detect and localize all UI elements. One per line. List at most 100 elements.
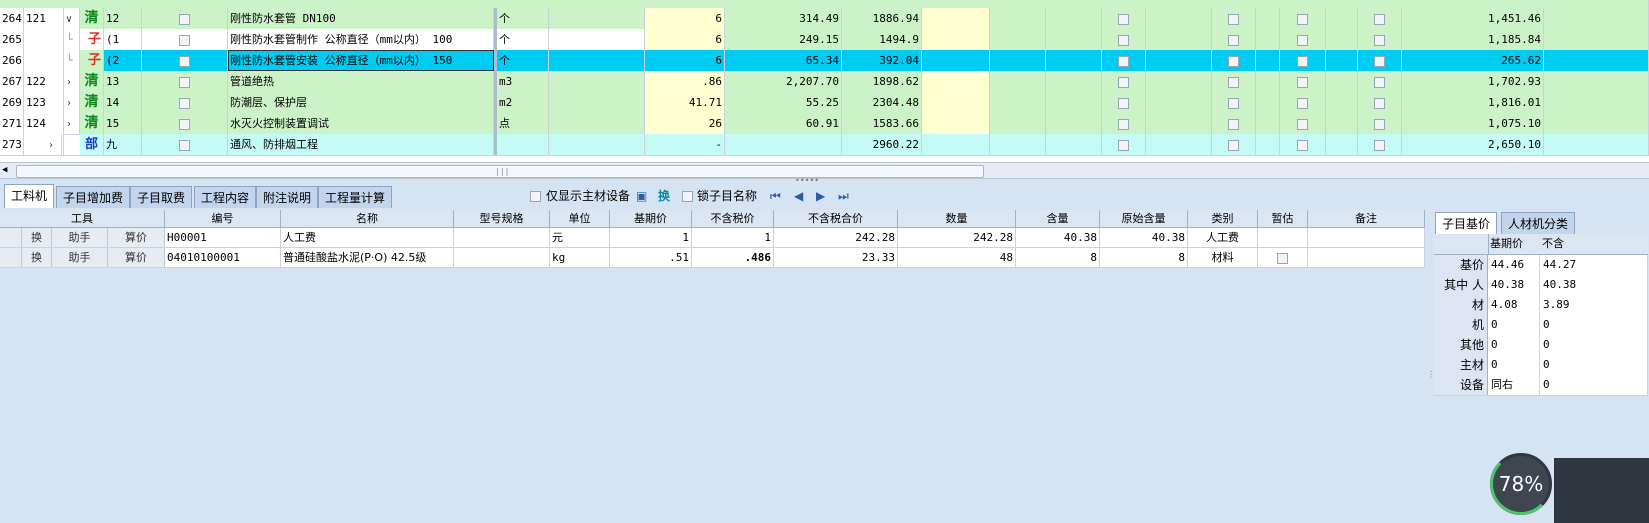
tab-labor-material-machine[interactable]: 工料机	[4, 184, 55, 208]
scroll-left-icon[interactable]: ◀	[2, 165, 7, 175]
excl-tax-value[interactable]: 0	[1540, 375, 1648, 395]
cell-name[interactable]: 管道绝热	[228, 71, 494, 92]
row-checkbox[interactable]	[1102, 134, 1146, 155]
panel-splitter[interactable]: ⋮	[1427, 370, 1435, 379]
row-checkbox[interactable]	[1212, 8, 1256, 29]
base-price-value[interactable]: 0	[1488, 335, 1540, 355]
base-price-value[interactable]: 44.46	[1488, 255, 1540, 275]
grid-row[interactable]: 266* └ 子 (2 刚性防水套管安装 公称直径（mm以内） 150 个 6 65.34 39…	[0, 50, 1649, 72]
helper-button[interactable]: 助手	[52, 228, 108, 247]
row-checkbox[interactable]	[1212, 50, 1256, 71]
cell-qty[interactable]: 6	[645, 8, 725, 29]
row-checkbox[interactable]	[1280, 71, 1326, 92]
cell-name[interactable]: 防潮层、保护层	[228, 92, 494, 113]
resource-base[interactable]: .51	[610, 248, 692, 267]
calc-price-button[interactable]: 算价	[108, 248, 165, 267]
row-checkbox[interactable]	[142, 8, 228, 29]
empty-cell[interactable]	[549, 8, 645, 29]
cell-qty[interactable]: 6	[645, 29, 725, 50]
resource-qty[interactable]: 242.28	[898, 228, 1016, 247]
row-checkbox[interactable]	[1102, 29, 1146, 50]
swap-button[interactable]: 换	[22, 228, 52, 247]
row-checkbox[interactable]	[1102, 8, 1146, 29]
row-checkbox[interactable]	[1280, 29, 1326, 50]
cell-name[interactable]: 刚性防水套管安装 公称直径（mm以内） 150	[228, 50, 494, 71]
excl-tax-value[interactable]: 44.27	[1540, 255, 1648, 275]
scrollbar-thumb[interactable]: |||	[16, 165, 984, 178]
grid-row[interactable]: 267 122 › 清 13 管道绝热 m3 .86 2,207.70 1898.62 1,702.…	[0, 71, 1649, 93]
row-checkbox[interactable]	[1358, 134, 1402, 155]
resource-qty[interactable]: 48	[898, 248, 1016, 267]
tab-notes[interactable]: 附注说明	[256, 186, 319, 208]
resource-price[interactable]: .486	[692, 248, 774, 267]
tab-base-price[interactable]: 子目基价	[1435, 212, 1498, 234]
empty-cell[interactable]	[549, 134, 645, 155]
tab-sub-item-surcharge[interactable]: 子目增加费	[56, 186, 131, 208]
column-header[interactable]: 编号	[165, 210, 281, 227]
empty-cell[interactable]	[549, 29, 645, 50]
next-record-icon[interactable]: ▶	[816, 188, 825, 204]
row-checkbox[interactable]	[142, 92, 228, 113]
cell-name[interactable]: 刚性防水套管 DN100	[228, 8, 494, 29]
resource-base[interactable]: 1	[610, 228, 692, 247]
column-header[interactable]: 原始含量	[1100, 210, 1188, 227]
resource-total[interactable]: 23.33	[774, 248, 898, 267]
row-checkbox[interactable]	[1358, 29, 1402, 50]
column-header[interactable]: 单位	[550, 210, 610, 227]
row-checkbox[interactable]	[142, 134, 228, 155]
last-record-icon[interactable]: ⏭	[838, 188, 849, 204]
tab-quantity-calc[interactable]: 工程量计算	[318, 186, 393, 208]
row-checkbox[interactable]	[1280, 92, 1326, 113]
base-price-value[interactable]: 0	[1488, 355, 1540, 375]
grid-row[interactable]: 264 121 ∨ 清 12 刚性防水套管 DN100 个 6 314.49 1886.94 1,4…	[0, 8, 1649, 30]
row-checkbox[interactable]	[1212, 134, 1256, 155]
row-checkbox[interactable]	[1280, 50, 1326, 71]
row-checkbox[interactable]	[1102, 71, 1146, 92]
prev-record-icon[interactable]: ◀	[794, 188, 803, 204]
column-header[interactable]: 不含税合价	[774, 210, 898, 227]
column-header[interactable]: 暂估	[1258, 210, 1308, 227]
row-indicator[interactable]	[0, 248, 22, 267]
row-checkbox[interactable]	[1280, 113, 1326, 134]
swap-button[interactable]: 换	[22, 248, 52, 267]
resource-total[interactable]: 242.28	[774, 228, 898, 247]
row-checkbox[interactable]	[142, 113, 228, 134]
resource-cat[interactable]: 人工费	[1188, 228, 1258, 247]
row-checkbox[interactable]	[1358, 92, 1402, 113]
row-checkbox[interactable]	[142, 71, 228, 92]
resource-name[interactable]: 人工费	[281, 228, 454, 247]
column-header[interactable]: 数量	[898, 210, 1016, 227]
row-checkbox[interactable]	[1212, 92, 1256, 113]
row-checkbox[interactable]	[1102, 113, 1146, 134]
column-header[interactable]: 不含税价	[692, 210, 774, 227]
row-indicator[interactable]	[0, 228, 22, 247]
resource-row[interactable]: 换助手 算价 04010100001 普通硅酸盐水泥(P·O) 42.5级 kg .51.…	[0, 248, 1425, 268]
resource-code[interactable]: H00001	[165, 228, 281, 247]
resource-spec[interactable]	[454, 228, 550, 247]
empty-cell[interactable]	[549, 50, 645, 71]
calc-price-button[interactable]: 算价	[108, 228, 165, 247]
tab-sub-item-fee[interactable]: 子目取费	[130, 186, 193, 208]
base-price-value[interactable]: 40.38	[1488, 275, 1540, 295]
estimate-checkbox[interactable]	[1258, 228, 1308, 247]
row-checkbox[interactable]	[142, 50, 228, 71]
row-checkbox[interactable]	[1212, 71, 1256, 92]
column-header[interactable]: 基期价	[610, 210, 692, 227]
monitor-icon[interactable]: ▣	[636, 188, 647, 204]
row-checkbox[interactable]	[1102, 92, 1146, 113]
excl-tax-value[interactable]: 0	[1540, 355, 1648, 375]
resource-remark[interactable]	[1308, 248, 1425, 267]
resource-remark[interactable]	[1308, 228, 1425, 247]
tab-work-content[interactable]: 工程内容	[194, 186, 257, 208]
column-header[interactable]: 备注	[1308, 210, 1425, 227]
only-main-material-checkbox[interactable]	[530, 188, 541, 204]
cell-qty[interactable]: .86	[645, 71, 725, 92]
resource-name[interactable]: 普通硅酸盐水泥(P·O) 42.5级	[281, 248, 454, 267]
resource-price[interactable]: 1	[692, 228, 774, 247]
cell-qty[interactable]: 6	[645, 50, 725, 71]
column-header[interactable]: 工具	[0, 210, 165, 227]
grid-row[interactable]: 265 └ 子 (1 刚性防水套管制作 公称直径（mm以内） 100 个 6 249.15 14…	[0, 29, 1649, 51]
row-checkbox[interactable]	[1102, 50, 1146, 71]
cell-qty[interactable]: -	[645, 134, 725, 155]
first-record-icon[interactable]: ⏮	[770, 188, 781, 204]
